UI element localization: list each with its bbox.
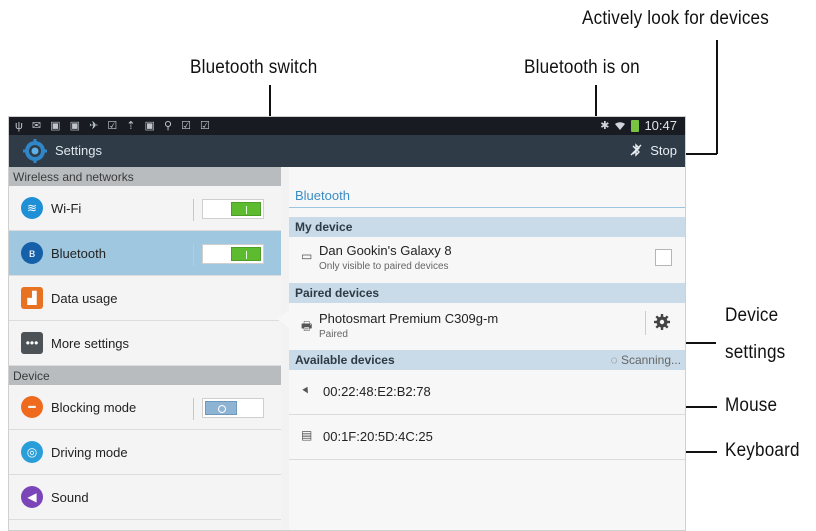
available-device-row-mouse[interactable]: ▾ 00:22:48:E2:B2:78 bbox=[289, 370, 685, 414]
more-icon: ••• bbox=[21, 332, 43, 354]
callout-bluetooth-switch: Bluetooth switch bbox=[190, 57, 318, 78]
row-divider bbox=[289, 459, 685, 460]
available-device-name: 00:22:48:E2:B2:78 bbox=[323, 384, 431, 399]
settings-gear-icon[interactable] bbox=[23, 139, 47, 163]
keyboard-icon: ▤ bbox=[301, 428, 313, 442]
divider-vertical bbox=[645, 311, 646, 335]
visibility-checkbox[interactable] bbox=[655, 249, 672, 266]
settings-item-blocking-mode[interactable]: ━ Blocking mode bbox=[9, 385, 281, 430]
blocking-mode-icon: ━ bbox=[21, 396, 43, 418]
bluetooth-status-icon: ✱ bbox=[600, 120, 610, 132]
section-header-device: Device bbox=[9, 366, 281, 385]
settings-item-label: More settings bbox=[51, 335, 130, 351]
sound-icon: ◀ bbox=[21, 486, 43, 508]
available-device-name: 00:1F:20:5D:4C:25 bbox=[323, 429, 433, 444]
bluetooth-panel: Bluetooth My device ▭ Dan Gookin's Galax… bbox=[289, 167, 685, 530]
wifi-signal-icon bbox=[615, 122, 626, 130]
bluetooth-icon: ʙ bbox=[21, 242, 43, 264]
scanning-label: Scanning... bbox=[620, 353, 681, 367]
settings-item-label: Driving mode bbox=[51, 444, 128, 460]
settings-item-data-usage[interactable]: ▟ Data usage bbox=[9, 276, 281, 321]
settings-item-bluetooth[interactable]: ʙ Bluetooth bbox=[9, 231, 281, 276]
callout-line bbox=[716, 40, 718, 154]
my-device-name: Dan Gookin's Galaxy 8 bbox=[319, 243, 452, 258]
settings-item-more[interactable]: ••• More settings bbox=[9, 321, 281, 366]
driving-mode-icon: ◎ bbox=[21, 441, 43, 463]
paired-device-name: Photosmart Premium C309g-m bbox=[319, 311, 499, 326]
settings-item-label: Bluetooth bbox=[51, 245, 106, 261]
tablet-icon: ▭ bbox=[301, 249, 313, 263]
callout-line bbox=[595, 85, 597, 118]
settings-item-sound[interactable]: ◀ Sound bbox=[9, 475, 281, 520]
callout-keyboard: Keyboard bbox=[725, 440, 800, 461]
available-devices-header: Available devices ◌ Scanning... bbox=[289, 350, 685, 370]
stop-label: Stop bbox=[650, 142, 677, 158]
tablet-screen: ψ ✉ ▣ ▣ ✈ ☑ ⇡ ▣ ⚲ ☑ ☑ ✱ 10:47 Settings S… bbox=[8, 116, 686, 531]
action-bar-title: Settings bbox=[55, 143, 102, 158]
spinner-icon: ◌ bbox=[610, 353, 618, 367]
status-bar: ψ ✉ ▣ ▣ ✈ ☑ ⇡ ▣ ⚲ ☑ ☑ ✱ 10:47 bbox=[9, 117, 685, 135]
action-bar: Settings Stop bbox=[9, 135, 685, 167]
paired-device-status: Paired bbox=[319, 329, 348, 340]
available-device-row-keyboard[interactable]: ▤ 00:1F:20:5D:4C:25 bbox=[289, 415, 685, 459]
device-settings-gear-icon[interactable] bbox=[653, 313, 671, 331]
settings-item-label: Wi-Fi bbox=[51, 200, 82, 216]
panel-title: Bluetooth bbox=[295, 188, 350, 203]
callout-actively-look: Actively look for devices bbox=[582, 8, 769, 29]
stop-scan-button[interactable]: Stop bbox=[628, 142, 677, 158]
selection-pointer bbox=[277, 310, 289, 328]
data-usage-icon: ▟ bbox=[21, 287, 43, 309]
battery-icon bbox=[631, 119, 640, 132]
callout-line bbox=[686, 153, 717, 155]
blocking-mode-switch[interactable] bbox=[193, 398, 264, 420]
my-device-visibility: Only visible to paired devices bbox=[319, 261, 449, 272]
available-devices-label: Available devices bbox=[295, 353, 395, 367]
settings-item-label: Sound bbox=[51, 489, 89, 505]
callout-mouse: Mouse bbox=[725, 395, 778, 416]
callout-bluetooth-on: Bluetooth is on bbox=[524, 57, 640, 78]
settings-list: Wireless and networks ≋ Wi-Fi ʙ Bluetoot… bbox=[9, 167, 281, 530]
printer-icon: 🖶 bbox=[301, 319, 313, 333]
settings-item-driving-mode[interactable]: ◎ Driving mode bbox=[9, 430, 281, 475]
settings-item-label: Blocking mode bbox=[51, 399, 137, 415]
section-header-wireless: Wireless and networks bbox=[9, 167, 281, 186]
bluetooth-searching-icon bbox=[630, 143, 642, 157]
wifi-icon: ≋ bbox=[21, 197, 43, 219]
callout-device-settings-1: Device bbox=[725, 305, 779, 326]
settings-item-wifi[interactable]: ≋ Wi-Fi bbox=[9, 186, 281, 231]
my-device-header: My device bbox=[289, 217, 685, 237]
settings-item-label: Data usage bbox=[51, 290, 118, 306]
my-device-row[interactable]: ▭ Dan Gookin's Galaxy 8 Only visible to … bbox=[289, 237, 685, 277]
paired-device-row[interactable]: 🖶 Photosmart Premium C309g-m Paired bbox=[289, 303, 685, 345]
bluetooth-switch[interactable] bbox=[193, 244, 264, 266]
callout-device-settings-2: settings bbox=[725, 342, 786, 363]
scanning-indicator: ◌ Scanning... bbox=[610, 353, 681, 367]
mouse-icon: ▾ bbox=[299, 382, 313, 398]
clock: 10:47 bbox=[644, 118, 677, 133]
notification-icons: ψ ✉ ▣ ▣ ✈ ☑ ⇡ ▣ ⚲ ☑ ☑ bbox=[15, 120, 213, 132]
wifi-switch[interactable] bbox=[193, 199, 264, 221]
paired-devices-header: Paired devices bbox=[289, 283, 685, 303]
panel-title-divider bbox=[289, 207, 685, 208]
